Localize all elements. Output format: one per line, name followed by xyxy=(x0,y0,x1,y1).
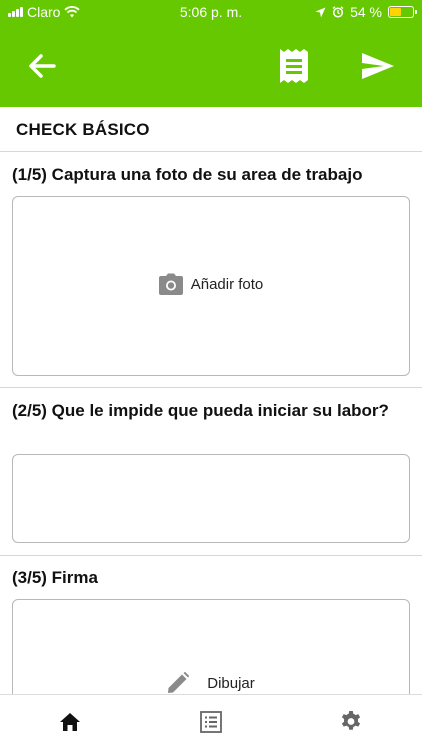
arrow-left-icon xyxy=(29,54,56,78)
location-icon xyxy=(315,7,326,17)
camera-icon xyxy=(158,273,183,295)
send-button[interactable] xyxy=(356,44,400,88)
back-button[interactable] xyxy=(20,44,64,88)
divider xyxy=(0,151,422,152)
answer-text-field[interactable] xyxy=(12,454,410,543)
draw-button[interactable]: Dibujar xyxy=(13,672,409,694)
bottom-nav xyxy=(0,694,422,750)
send-icon xyxy=(362,53,394,79)
document-button[interactable] xyxy=(272,44,316,88)
form-title: CHECK BÁSICO xyxy=(16,120,150,139)
draw-label: Dibujar xyxy=(207,674,255,692)
divider xyxy=(0,387,422,388)
question-2-label: (2/5) Que le impide que pueda iniciar su… xyxy=(12,401,389,420)
photo-capture-area[interactable]: Añadir foto xyxy=(12,196,410,376)
gear-icon xyxy=(341,711,361,730)
add-photo-button[interactable]: Añadir foto xyxy=(13,273,409,295)
status-bar: Claro 5:06 p. m. 54 % xyxy=(0,0,422,26)
question-1-label: (1/5) Captura una foto de su area de tra… xyxy=(12,165,363,184)
add-photo-label: Añadir foto xyxy=(190,275,264,293)
tab-list[interactable] xyxy=(191,707,231,737)
divider xyxy=(0,555,422,556)
alarm-icon xyxy=(332,6,344,18)
receipt-icon xyxy=(280,49,308,83)
app-header: Claro 5:06 p. m. 54 % xyxy=(0,0,422,107)
home-icon xyxy=(60,713,80,731)
battery-icon xyxy=(388,6,417,18)
tab-settings[interactable] xyxy=(331,707,371,737)
pencil-icon xyxy=(168,672,190,693)
battery-percent: 54 % xyxy=(350,4,382,20)
list-icon xyxy=(200,711,222,733)
tab-home[interactable] xyxy=(50,707,90,737)
question-3-label: (3/5) Firma xyxy=(12,568,98,587)
